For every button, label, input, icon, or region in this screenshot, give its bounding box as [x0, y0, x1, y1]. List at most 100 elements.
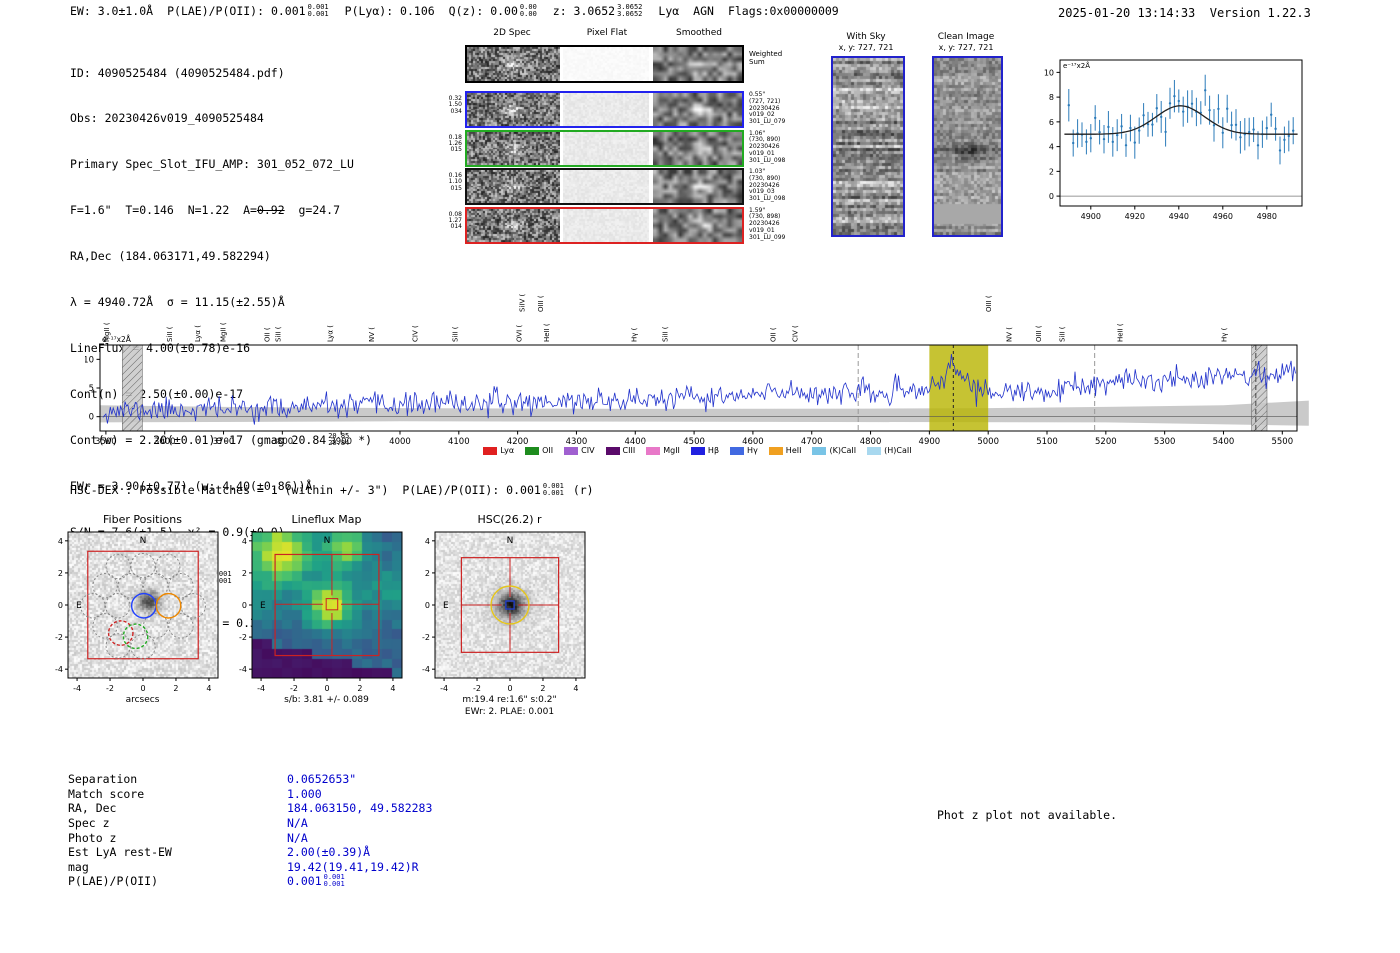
- cutout-ytick-label: 2: [425, 569, 430, 578]
- line-marker-label: Hγ (: [630, 327, 638, 342]
- legend-swatch: [769, 447, 783, 455]
- inset-data-point: [1094, 117, 1096, 119]
- clean-image-coords: x, y: 727, 721: [921, 43, 1011, 52]
- legend-item: Lyα: [483, 446, 514, 455]
- spec2d-spec-image: [467, 209, 560, 242]
- inset-data-point: [1103, 138, 1105, 140]
- table-row-value-text: 19.42(19.41,19.42)R: [287, 860, 419, 874]
- cutout-ytick-label: 0: [58, 601, 63, 610]
- highlighted-fiber-circle: [109, 621, 133, 645]
- cutout-xtick-label: 0: [140, 684, 145, 693]
- inset-data-point: [1257, 144, 1259, 146]
- table-row-value: 0.0652653": [287, 772, 356, 786]
- line-marker-label: NV (: [1006, 327, 1014, 342]
- inset-data-point: [1213, 124, 1215, 126]
- weighted-sum-label: WeightedSum: [749, 50, 782, 66]
- legend-swatch: [525, 447, 539, 455]
- inset-data-point: [1068, 104, 1070, 106]
- spec2d-row: [465, 207, 744, 244]
- legend-item: (K)CaII: [812, 446, 856, 455]
- cutout-xtick-label: 4: [573, 684, 578, 693]
- inset-data-point: [1266, 127, 1268, 129]
- elixer-report-page: EW: 3.0±1.0Å P(LAE)/P(OII): 0.0010.0010.…: [0, 0, 1400, 953]
- table-row: RA, Dec184.063150, 49.582283: [68, 801, 432, 816]
- cutout-xtick-label: 2: [357, 684, 362, 693]
- spec2d-flat-image: [563, 209, 649, 242]
- line-marker-label: OIII (: [1035, 325, 1043, 342]
- cutout-xtick-label: -4: [440, 684, 448, 693]
- table-row: P(LAE)/P(OII)0.0010.0010.001: [68, 874, 432, 889]
- p-lya-value: P(Lyα): 0.106: [345, 4, 435, 18]
- legend-label: (H)CaII: [884, 446, 911, 455]
- inset-data-point: [1248, 131, 1250, 133]
- lineflux-map-panel: Lineflux Map -4-4-2-2002244NE s/b: 3.81 …: [224, 505, 429, 730]
- spec2d-spec-image: [467, 93, 560, 126]
- table-row: Photo zN/A: [68, 830, 432, 845]
- line-marker-label: SiII (: [166, 326, 174, 342]
- line-marker-label: SiII (: [662, 326, 670, 342]
- cutout-xtick-label: 4: [390, 684, 395, 693]
- legend-label: OII: [542, 446, 553, 455]
- legend-swatch: [867, 447, 881, 455]
- hsc-dex-match-line: HSC-DEX : Possible Matches = 1 (within +…: [70, 483, 594, 497]
- legend-item: MgII: [646, 446, 680, 455]
- line-marker-label: Hγ (: [1220, 327, 1228, 342]
- catalog-match-table: Separation0.0652653"Match score1.000RA, …: [68, 772, 432, 889]
- fiber-circle: [156, 554, 180, 578]
- line-marker-label: HeII (: [543, 323, 551, 342]
- inset-data-point: [1270, 114, 1272, 116]
- inset-data-point: [1151, 123, 1153, 125]
- spec2d-spec-image: [467, 132, 560, 165]
- table-row-label: Photo z: [68, 831, 287, 845]
- table-row-value: N/A: [287, 816, 308, 830]
- north-indicator: N: [324, 536, 331, 546]
- with-sky-title: With Sky: [821, 32, 911, 42]
- legend-item: CIV: [564, 446, 594, 455]
- uncertainty-lo: 0.001: [324, 881, 345, 888]
- spec2d-weight-value: 014: [440, 224, 462, 230]
- inset-xtick-label: 4960: [1213, 212, 1233, 221]
- agn-label: AGN: [693, 4, 714, 18]
- inset-data-point: [1142, 114, 1144, 116]
- photz-note: Phot z plot not available.: [937, 808, 1117, 822]
- highlighted-fiber-circle: [156, 594, 180, 618]
- table-row: Est LyA rest-EW2.00(±0.39)Å: [68, 845, 432, 860]
- inset-data-point: [1222, 132, 1224, 134]
- cutout-xtick-label: 4: [206, 684, 211, 693]
- inset-ytick-label: 6: [1049, 118, 1054, 127]
- inset-data-point: [1112, 141, 1114, 143]
- inset-data-point: [1138, 129, 1140, 131]
- legend-label: Lyα: [500, 446, 514, 455]
- inset-data-point: [1134, 141, 1136, 143]
- inset-data-point: [1230, 124, 1232, 126]
- spec2d-row-weights: 0.321.50034: [440, 96, 462, 115]
- table-row-label: mag: [68, 860, 287, 874]
- north-indicator: N: [140, 536, 147, 546]
- spectrum-line-legend: LyαOIICIVCIIIMgIIHβHγHeII(K)CaII(H)CaII: [85, 446, 1310, 455]
- spec2d-cutout-rows: [465, 45, 745, 250]
- inset-data-point: [1178, 100, 1180, 102]
- inset-data-point: [1085, 141, 1087, 143]
- legend-swatch: [564, 447, 578, 455]
- z-value: z: 3.06523.06523.0652: [553, 4, 645, 18]
- spec2d-flat-image: [563, 47, 649, 81]
- fiber-circle: [106, 554, 130, 578]
- cutout-ytick-label: 2: [58, 569, 63, 578]
- line-marker-label: CIV (: [412, 325, 420, 342]
- inset-axes-box: [1060, 60, 1302, 206]
- inset-data-point: [1156, 107, 1158, 109]
- table-row: Separation0.0652653": [68, 772, 432, 787]
- inset-data-point: [1090, 137, 1092, 139]
- inset-data-point: [1208, 109, 1210, 111]
- cutout-xtick-label: 2: [540, 684, 545, 693]
- spec2d-meta-value: 301_LU_098: [749, 196, 811, 203]
- table-row-label: Separation: [68, 772, 287, 786]
- spec2d-row: [465, 130, 744, 167]
- inset-data-point: [1292, 129, 1294, 131]
- line-fit-inset-plot: 490049204940496049800246810e⁻¹⁷x2Å: [1030, 48, 1315, 233]
- inset-data-point: [1173, 95, 1175, 97]
- cutout-xtick-label: -2: [473, 684, 481, 693]
- legend-swatch: [646, 447, 660, 455]
- table-row-value: 2.00(±0.39)Å: [287, 845, 370, 859]
- spec2d-flat-image: [563, 170, 649, 203]
